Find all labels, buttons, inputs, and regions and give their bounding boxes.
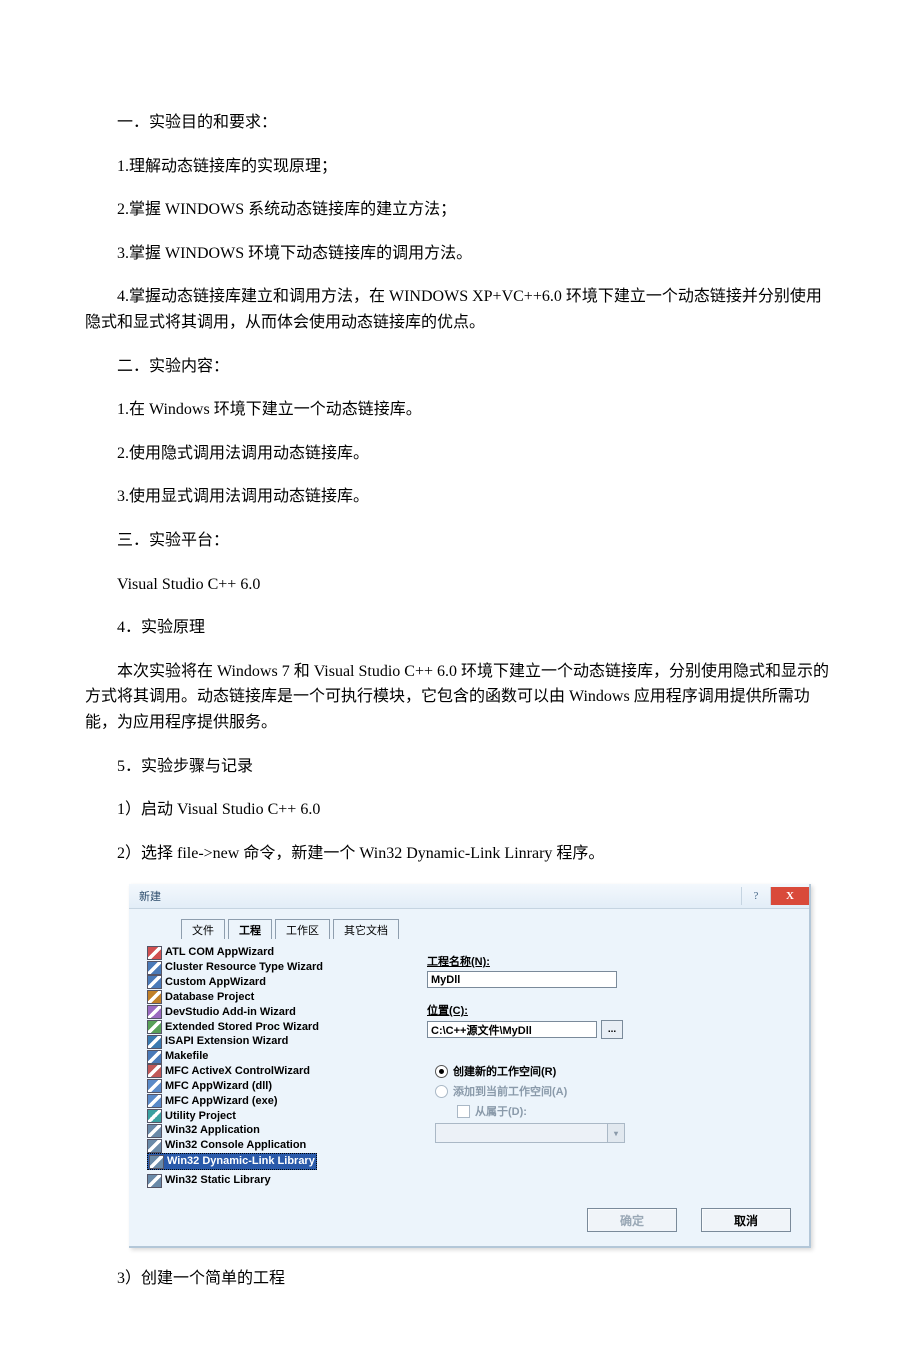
dependency-dropdown: ▾ — [435, 1123, 625, 1143]
tab-workspaces[interactable]: 工作区 — [275, 919, 330, 939]
project-type-label: Makefile — [165, 1049, 208, 1064]
dialog-titlebar: 新建 ? X — [129, 884, 809, 909]
project-type-label: Extended Stored Proc Wizard — [165, 1020, 319, 1035]
label-project-name: 工程名称(N): — [427, 953, 791, 969]
project-type-label: Utility Project — [165, 1109, 236, 1124]
project-type-icon — [147, 975, 162, 989]
project-type-label: DevStudio Add-in Wizard — [165, 1005, 296, 1020]
project-type-item[interactable]: Win32 Static Library — [147, 1173, 397, 1188]
project-type-item[interactable]: Win32 Console Application — [147, 1138, 397, 1153]
project-type-icon — [147, 1094, 162, 1108]
project-type-icon — [147, 1124, 162, 1138]
new-project-dialog: 新建 ? X 文件 工程 工作区 其它文档 ATL COM AppWizardC… — [129, 884, 811, 1248]
project-type-icon — [147, 1079, 162, 1093]
project-type-item[interactable]: Extended Stored Proc Wizard — [147, 1020, 397, 1035]
content-3: 3.使用显式调用法调用动态链接库。 — [85, 484, 835, 510]
step-1: 1）启动 Visual Studio C++ 6.0 — [85, 797, 835, 823]
project-type-icon — [149, 1155, 164, 1169]
tab-files[interactable]: 文件 — [181, 919, 225, 939]
principle: 本次实验将在 Windows 7 和 Visual Studio C++ 6.0… — [85, 659, 835, 736]
platform: Visual Studio C++ 6.0 — [85, 572, 835, 598]
project-type-label: Win32 Console Application — [165, 1138, 306, 1153]
step-2: 2）选择 file->new 命令，新建一个 Win32 Dynamic-Lin… — [85, 841, 835, 867]
close-button[interactable]: X — [770, 887, 809, 905]
tab-projects[interactable]: 工程 — [228, 919, 272, 939]
project-type-icon — [147, 1020, 162, 1034]
project-type-icon — [147, 946, 162, 960]
project-type-label: Custom AppWizard — [165, 975, 266, 990]
radio-add-workspace: 添加到当前工作空间(A) — [435, 1083, 791, 1099]
heading-4: 4．实验原理 — [85, 615, 835, 641]
heading-1: 一．实验目的和要求： — [85, 110, 835, 136]
radio-add-label: 添加到当前工作空间(A) — [453, 1083, 567, 1099]
chevron-down-icon: ▾ — [607, 1124, 624, 1142]
radio-new-label: 创建新的工作空间(R) — [453, 1063, 556, 1079]
project-type-label: Win32 Static Library — [165, 1173, 271, 1188]
project-type-label: MFC ActiveX ControlWizard — [165, 1064, 310, 1079]
radio-icon — [435, 1085, 448, 1098]
checkbox-dependency: 从属于(D): — [457, 1103, 791, 1119]
project-type-item[interactable]: Database Project — [147, 990, 397, 1005]
content-1: 1.在 Windows 环境下建立一个动态链接库。 — [85, 397, 835, 423]
project-type-icon — [147, 1109, 162, 1123]
cancel-button[interactable]: 取消 — [701, 1208, 791, 1232]
project-type-item[interactable]: MFC ActiveX ControlWizard — [147, 1064, 397, 1079]
project-type-item[interactable]: Win32 Application — [147, 1123, 397, 1138]
content-2: 2.使用隐式调用法调用动态链接库。 — [85, 441, 835, 467]
project-type-item[interactable]: MFC AppWizard (exe) — [147, 1094, 397, 1109]
dialog-tabs: 文件 工程 工作区 其它文档 — [181, 921, 791, 939]
heading-5: 5．实验步骤与记录 — [85, 754, 835, 780]
project-type-label: ISAPI Extension Wizard — [165, 1034, 288, 1049]
project-type-label: Database Project — [165, 990, 254, 1005]
help-button[interactable]: ? — [741, 887, 770, 905]
project-name-input[interactable]: MyDll — [427, 971, 617, 988]
req-1: 1.理解动态链接库的实现原理； — [85, 154, 835, 180]
project-type-item[interactable]: Win32 Dynamic-Link Library — [147, 1153, 317, 1170]
location-input[interactable]: C:\C++源文件\MyDll — [427, 1021, 597, 1038]
project-type-icon — [147, 1005, 162, 1019]
project-type-icon — [147, 1035, 162, 1049]
project-type-icon — [147, 1174, 162, 1188]
project-type-icon — [147, 1139, 162, 1153]
ok-button[interactable]: 确定 — [587, 1208, 677, 1232]
project-type-label: Cluster Resource Type Wizard — [165, 960, 323, 975]
project-type-list[interactable]: ATL COM AppWizardCluster Resource Type W… — [147, 945, 397, 1188]
project-type-label: Win32 Application — [165, 1123, 260, 1138]
project-type-item[interactable]: ISAPI Extension Wizard — [147, 1034, 397, 1049]
tab-other[interactable]: 其它文档 — [333, 919, 399, 939]
project-type-icon — [147, 1064, 162, 1078]
project-type-label: MFC AppWizard (dll) — [165, 1079, 272, 1094]
checkbox-icon — [457, 1105, 470, 1118]
dialog-title: 新建 — [139, 888, 161, 904]
project-type-label: ATL COM AppWizard — [165, 945, 274, 960]
project-type-item[interactable]: Utility Project — [147, 1109, 397, 1124]
radio-new-workspace[interactable]: 创建新的工作空间(R) — [435, 1063, 791, 1079]
project-type-icon — [147, 990, 162, 1004]
project-type-label: Win32 Dynamic-Link Library — [167, 1154, 315, 1169]
checkbox-dep-label: 从属于(D): — [475, 1103, 527, 1119]
req-4: 4.掌握动态链接库建立和调用方法，在 WINDOWS XP+VC++6.0 环境… — [85, 284, 835, 335]
project-type-icon — [147, 1050, 162, 1064]
radio-icon — [435, 1065, 448, 1078]
browse-button[interactable]: ... — [601, 1020, 623, 1039]
step-3: 3）创建一个简单的工程 — [85, 1266, 835, 1292]
project-type-item[interactable]: DevStudio Add-in Wizard — [147, 1005, 397, 1020]
project-type-icon — [147, 961, 162, 975]
project-type-label: MFC AppWizard (exe) — [165, 1094, 278, 1109]
project-type-item[interactable]: Makefile — [147, 1049, 397, 1064]
heading-3: 三．实验平台： — [85, 528, 835, 554]
label-location: 位置(C): — [427, 1002, 791, 1018]
project-type-item[interactable]: Custom AppWizard — [147, 975, 397, 990]
project-type-item[interactable]: ATL COM AppWizard — [147, 945, 397, 960]
project-type-item[interactable]: MFC AppWizard (dll) — [147, 1079, 397, 1094]
heading-2: 二．实验内容： — [85, 354, 835, 380]
project-type-item[interactable]: Cluster Resource Type Wizard — [147, 960, 397, 975]
req-3: 3.掌握 WINDOWS 环境下动态链接库的调用方法。 — [85, 241, 835, 267]
req-2: 2.掌握 WINDOWS 系统动态链接库的建立方法； — [85, 197, 835, 223]
